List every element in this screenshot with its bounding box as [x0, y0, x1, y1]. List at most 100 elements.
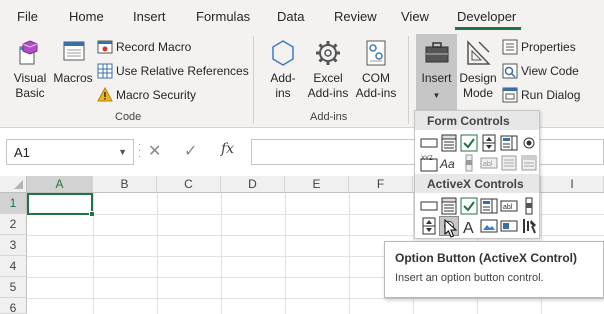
scroll-bar-icon[interactable]: [519, 196, 539, 216]
tab-data[interactable]: Data: [277, 9, 304, 24]
row-header[interactable]: 4: [0, 256, 27, 277]
active-tab-indicator: [455, 27, 521, 30]
column-header[interactable]: I: [541, 176, 604, 193]
use-relative-references-button[interactable]: Use Relative References: [97, 61, 249, 81]
properties-label: Properties: [521, 40, 576, 54]
column-header[interactable]: A: [27, 176, 93, 193]
run-dialog-icon: [502, 87, 518, 103]
macro-security-button[interactable]: Macro Security: [97, 85, 196, 105]
insert-function-button[interactable]: fx: [221, 141, 234, 157]
cancel-entry-button[interactable]: ✕: [148, 141, 161, 161]
fill-handle[interactable]: [89, 211, 95, 217]
gear-icon: [316, 41, 340, 65]
macro-security-label: Macro Security: [116, 88, 197, 102]
view-code-button[interactable]: View Code: [502, 61, 579, 81]
record-macro-icon: [97, 40, 113, 54]
relative-references-icon: [97, 63, 113, 79]
design-mode-button[interactable]: Design Mode: [458, 38, 498, 101]
record-macro-label: Record Macro: [116, 40, 192, 54]
insert-controls-button[interactable]: Insert ▼: [416, 34, 457, 110]
option-button-icon[interactable]: [519, 133, 539, 153]
column-header[interactable]: C: [157, 176, 221, 193]
scroll-bar-icon[interactable]: [459, 153, 479, 173]
image-icon[interactable]: [479, 216, 499, 236]
command-button-icon[interactable]: [419, 196, 439, 216]
tab-formulas[interactable]: Formulas: [196, 9, 250, 24]
tab-review[interactable]: Review: [334, 9, 377, 24]
tab-home[interactable]: Home: [69, 9, 104, 24]
label-icon[interactable]: Aa: [439, 153, 459, 173]
properties-button[interactable]: Properties: [502, 37, 576, 57]
code-group-label: Code: [115, 111, 142, 123]
com-addins-button[interactable]: COM Add-ins: [352, 38, 400, 101]
combo-box-icon[interactable]: [439, 133, 459, 153]
row-header[interactable]: 6: [0, 298, 27, 314]
form-controls-header: Form Controls: [415, 111, 539, 130]
label-icon[interactable]: A: [459, 216, 479, 236]
com-addins-label-1: COM: [362, 71, 390, 85]
name-box[interactable]: A1 ▼: [6, 139, 134, 165]
row-header[interactable]: 5: [0, 277, 27, 298]
svg-text:Aa: Aa: [439, 157, 455, 171]
excel-addins-button[interactable]: Excel Add-ins: [304, 38, 352, 101]
row-header[interactable]: 1: [0, 193, 27, 214]
visual-basic-button[interactable]: Visual Basic: [8, 38, 52, 101]
check-box-icon[interactable]: [459, 196, 479, 216]
addins-group-label: Add-ins: [310, 111, 348, 123]
row-header[interactable]: 3: [0, 235, 27, 256]
row-header[interactable]: 2: [0, 214, 27, 235]
run-dialog-button[interactable]: Run Dialog: [502, 85, 580, 105]
control-tooltip: Option Button (ActiveX Control) Insert a…: [384, 241, 604, 298]
enter-entry-button[interactable]: ✓: [184, 141, 197, 161]
addins-icon: [272, 40, 294, 66]
group-box-icon[interactable]: XYZ: [419, 153, 439, 173]
column-header[interactable]: E: [285, 176, 349, 193]
ribbon-separator: [253, 36, 254, 124]
list-box-icon[interactable]: [479, 196, 499, 216]
more-controls-icon[interactable]: [519, 216, 539, 236]
column-header[interactable]: D: [221, 176, 285, 193]
combo-list-edit-icon[interactable]: [499, 153, 519, 173]
grid-line: [27, 298, 604, 299]
grid-line: [221, 193, 222, 314]
addins-label-2: ins: [275, 86, 291, 100]
combo-drop-down-edit-icon[interactable]: [519, 153, 539, 173]
grid-line: [349, 193, 350, 314]
com-addins-label-2: Add-ins: [355, 86, 397, 100]
design-mode-icon: [467, 40, 491, 65]
grid-line: [157, 193, 158, 314]
record-macro-button[interactable]: Record Macro: [97, 37, 191, 57]
selected-cell[interactable]: [27, 193, 93, 215]
select-all-button[interactable]: [0, 176, 27, 193]
visual-basic-label-1: Visual: [13, 71, 47, 85]
svg-text:abl: abl: [483, 161, 493, 168]
button-icon[interactable]: [419, 133, 439, 153]
combo-box-icon[interactable]: [439, 196, 459, 216]
check-box-icon[interactable]: [459, 133, 479, 153]
tab-insert[interactable]: Insert: [133, 9, 166, 24]
visual-basic-icon: [19, 40, 38, 65]
column-header[interactable]: F: [349, 176, 413, 193]
formula-bar-grip-icon[interactable]: · · ·: [138, 140, 142, 162]
macros-button[interactable]: Macros: [52, 38, 94, 86]
grid-line: [285, 193, 286, 314]
activex-controls-header: ActiveX Controls: [415, 174, 539, 193]
list-box-icon[interactable]: [499, 133, 519, 153]
name-box-dropdown-icon[interactable]: ▼: [118, 147, 127, 157]
toggle-button-icon[interactable]: [499, 216, 519, 236]
tooltip-description: Insert an option button control.: [395, 272, 544, 284]
column-header[interactable]: B: [93, 176, 157, 193]
run-dialog-label: Run Dialog: [521, 88, 581, 102]
com-addins-icon: [366, 40, 386, 66]
spin-button-icon[interactable]: [419, 216, 439, 236]
tab-file[interactable]: File: [17, 9, 38, 24]
text-field-icon[interactable]: abl: [479, 153, 499, 173]
properties-icon: [502, 39, 518, 55]
tooltip-title: Option Button (ActiveX Control): [395, 251, 577, 265]
text-box-icon[interactable]: abl: [499, 196, 519, 216]
tab-developer[interactable]: Developer: [457, 9, 516, 24]
tab-view[interactable]: View: [401, 9, 429, 24]
addins-button[interactable]: Add- ins: [262, 38, 304, 101]
warning-icon: [97, 87, 113, 102]
spin-button-icon[interactable]: [479, 133, 499, 153]
